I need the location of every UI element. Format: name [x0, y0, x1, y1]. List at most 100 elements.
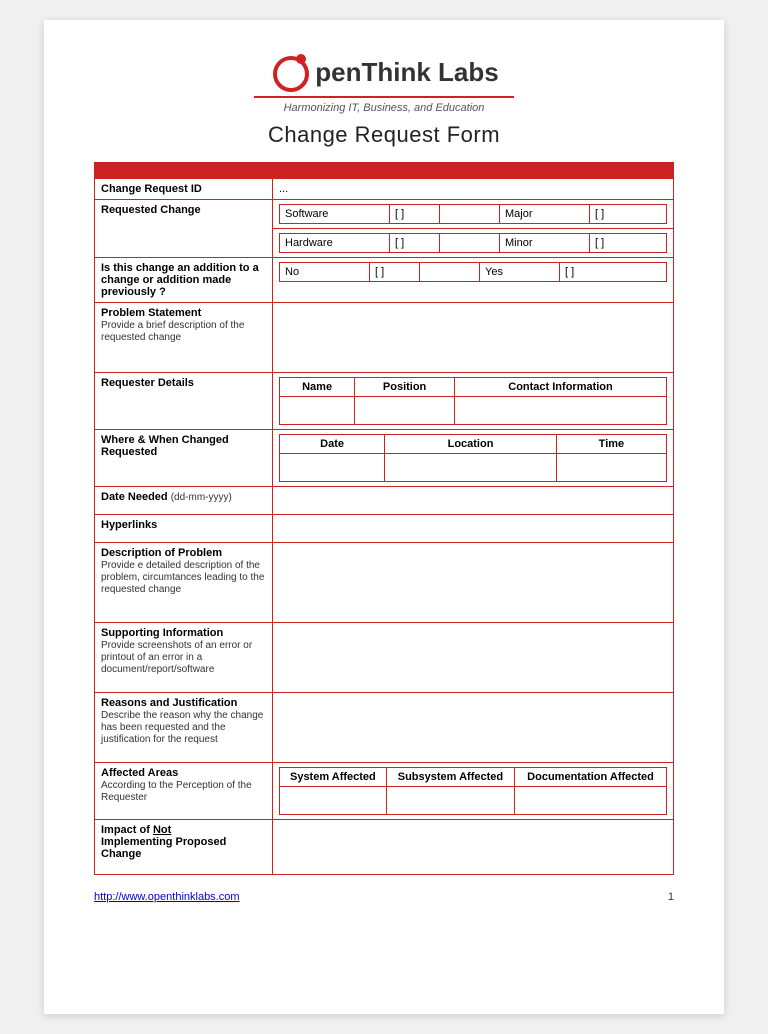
supporting-label-text: Supporting Information	[101, 627, 223, 639]
yes-label: Yes	[480, 263, 560, 282]
minor-check[interactable]: [ ]	[590, 234, 667, 253]
contact-col-header: Contact Information	[455, 378, 667, 397]
form-title: Change Request Form	[94, 122, 674, 148]
impact-label: Impact of Not Implementing Proposed Chan…	[95, 820, 273, 875]
hardware-minor-row: Hardware [ ] Minor [ ]	[280, 234, 667, 253]
change-request-id-label: Change Request ID	[95, 179, 273, 200]
software-major-row: Software [ ] Major [ ]	[280, 205, 667, 224]
documentation-col-header: Documentation Affected	[515, 768, 667, 787]
addition-inner-table: No [ ] Yes [ ]	[279, 262, 667, 282]
supporting-sub: Provide screenshots of an error or print…	[101, 640, 252, 675]
reasons-sub: Describe the reason why the change has b…	[101, 710, 263, 745]
problem-statement-label: Problem Statement Provide a brief descri…	[95, 303, 273, 373]
affected-areas-label: Affected Areas According to the Percepti…	[95, 763, 273, 820]
time-col-header: Time	[556, 435, 666, 454]
problem-statement-label-text: Problem Statement	[101, 307, 201, 319]
subsystem-col-header: Subsystem Affected	[386, 768, 514, 787]
reasons-label: Reasons and Justification Describe the r…	[95, 693, 273, 763]
reasons-content[interactable]	[273, 693, 674, 763]
where-when-label-text: Where & When Changed Requested	[101, 434, 229, 458]
minor-spacer	[440, 234, 500, 253]
hyperlinks-content[interactable]	[273, 515, 674, 543]
hyperlinks-row: Hyperlinks	[95, 515, 674, 543]
addition-row: Is this change an addition to a change o…	[95, 258, 674, 303]
date-needed-label-text: Date Needed	[101, 491, 168, 503]
system-cell[interactable]	[280, 787, 387, 815]
major-spacer	[440, 205, 500, 224]
hardware-label: Hardware	[280, 234, 390, 253]
requested-change-options-row1: Software [ ] Major [ ]	[273, 200, 674, 229]
documentation-cell[interactable]	[515, 787, 667, 815]
no-yes-row: No [ ] Yes [ ]	[280, 263, 667, 282]
requester-details-inner-table: Name Position Contact Information	[279, 377, 667, 425]
hyperlinks-label: Hyperlinks	[95, 515, 273, 543]
date-needed-content[interactable]	[273, 487, 674, 515]
impact-not-text: Not	[153, 824, 171, 836]
affected-areas-label-text: Affected Areas	[101, 767, 178, 779]
supporting-label: Supporting Information Provide screensho…	[95, 623, 273, 693]
software-check[interactable]: [ ]	[390, 205, 440, 224]
description-label-text: Description of Problem	[101, 547, 222, 559]
where-when-content: Date Location Time	[273, 430, 674, 487]
no-label: No	[280, 263, 370, 282]
logo-area: penThink Labs Harmonizing IT, Business, …	[94, 50, 674, 148]
contact-cell[interactable]	[455, 397, 667, 425]
requester-data-row	[280, 397, 667, 425]
change-request-id-row: Change Request ID ...	[95, 179, 674, 200]
tagline-text: Harmonizing IT, Business, and Education	[94, 102, 674, 114]
date-cell[interactable]	[280, 454, 385, 482]
location-cell[interactable]	[385, 454, 557, 482]
requested-change-options-row2: Hardware [ ] Minor [ ]	[273, 229, 674, 258]
time-cell[interactable]	[556, 454, 666, 482]
system-col-header: System Affected	[280, 768, 387, 787]
position-cell[interactable]	[355, 397, 455, 425]
addition-options: No [ ] Yes [ ]	[273, 258, 674, 303]
impact-row: Impact of Not Implementing Proposed Chan…	[95, 820, 674, 875]
requested-change-inner-table-1: Software [ ] Major [ ]	[279, 204, 667, 224]
logo-o-icon	[269, 50, 313, 94]
supporting-content[interactable]	[273, 623, 674, 693]
addition-label: Is this change an addition to a change o…	[95, 258, 273, 303]
affected-areas-row: Affected Areas According to the Percepti…	[95, 763, 674, 820]
logo-container: penThink Labs	[94, 50, 674, 94]
requested-change-label: Requested Change	[95, 200, 273, 258]
problem-statement-row: Problem Statement Provide a brief descri…	[95, 303, 674, 373]
date-col-header: Date	[280, 435, 385, 454]
impact-content[interactable]	[273, 820, 674, 875]
footer-page-number: 1	[668, 891, 674, 903]
subsystem-cell[interactable]	[386, 787, 514, 815]
date-needed-label: Date Needed (dd-mm-yyyy)	[95, 487, 273, 515]
requester-header-row: Name Position Contact Information	[280, 378, 667, 397]
change-request-id-value[interactable]: ...	[273, 179, 674, 200]
name-cell[interactable]	[280, 397, 355, 425]
requester-details-row: Requester Details Name Position Contact …	[95, 373, 674, 430]
yes-check[interactable]: [ ]	[560, 263, 667, 282]
affected-areas-inner-table: System Affected Subsystem Affected Docum…	[279, 767, 667, 815]
location-col-header: Location	[385, 435, 557, 454]
problem-statement-sub: Provide a brief description of the reque…	[101, 320, 244, 343]
problem-statement-content[interactable]	[273, 303, 674, 373]
description-sub: Provide e detailed description of the pr…	[101, 560, 264, 595]
reasons-row: Reasons and Justification Describe the r…	[95, 693, 674, 763]
requested-change-row: Requested Change Software [ ] Major [ ]	[95, 200, 674, 229]
description-row: Description of Problem Provide e detaile…	[95, 543, 674, 623]
footer: http://www.openthinklabs.com 1	[94, 891, 674, 903]
affected-data-row	[280, 787, 667, 815]
date-needed-sub: (dd-mm-yyyy)	[171, 492, 232, 503]
description-content[interactable]	[273, 543, 674, 623]
footer-link[interactable]: http://www.openthinklabs.com	[94, 891, 240, 903]
position-col-header: Position	[355, 378, 455, 397]
description-label: Description of Problem Provide e detaile…	[95, 543, 273, 623]
impact-label2-text: Implementing Proposed Change	[101, 836, 226, 860]
hardware-check[interactable]: [ ]	[390, 234, 440, 253]
form-table: Change Request ID ... Requested Change S…	[94, 178, 674, 875]
addition-label-text: Is this change an addition to a change o…	[101, 262, 259, 298]
requested-change-inner-table-2: Hardware [ ] Minor [ ]	[279, 233, 667, 253]
reasons-label-text: Reasons and Justification	[101, 697, 237, 709]
where-when-label: Where & When Changed Requested	[95, 430, 273, 487]
major-check[interactable]: [ ]	[590, 205, 667, 224]
date-location-time-header: Date Location Time	[280, 435, 667, 454]
no-check[interactable]: [ ]	[370, 263, 420, 282]
no-spacer	[420, 263, 480, 282]
requester-details-content: Name Position Contact Information	[273, 373, 674, 430]
